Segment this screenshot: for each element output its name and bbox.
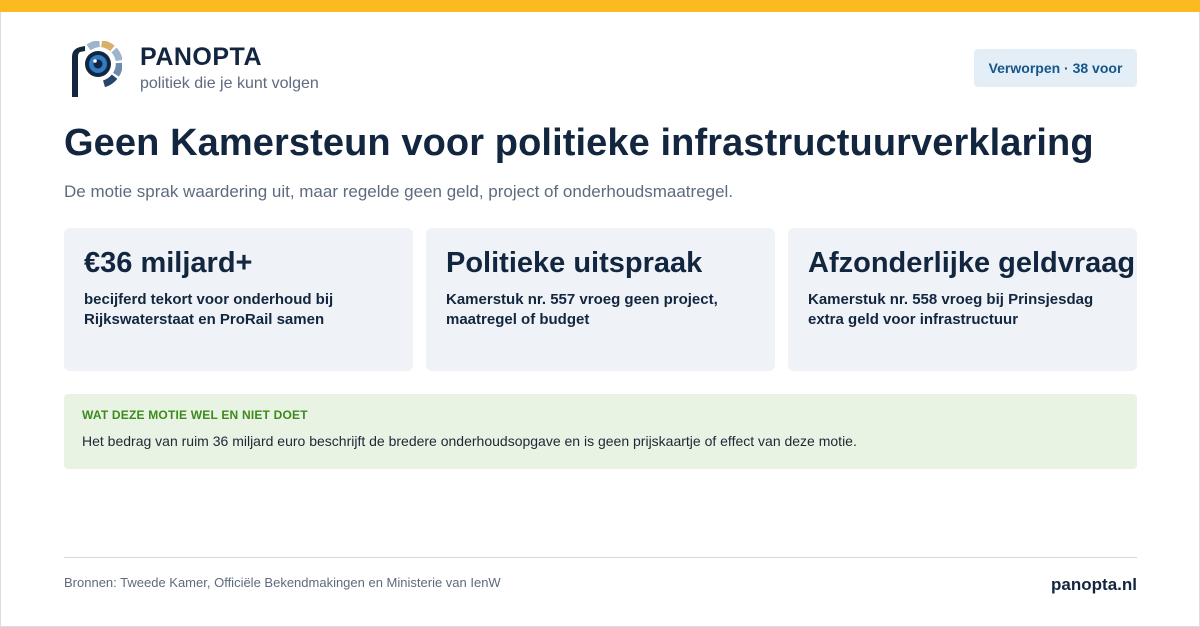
footer-website-link[interactable]: panopta.nl xyxy=(1051,575,1137,595)
fact-card-uitspraak: Politieke uitspraak Kamerstuk nr. 557 vr… xyxy=(426,228,775,371)
fact-card-title: Afzonderlijke geldvraag xyxy=(808,247,1136,279)
fact-card-title: €36 miljard+ xyxy=(84,247,253,279)
fact-card-body: Kamerstuk nr. 558 vroeg bij Prinsjesdag … xyxy=(808,291,1094,328)
note-text: Het bedrag van ruim 36 miljard euro besc… xyxy=(82,433,857,449)
explanation-note: WAT DEZE MOTIE WEL EN NIET DOET Het bedr… xyxy=(64,394,1137,469)
brand-tagline: politiek die je kunt volgen xyxy=(140,75,319,92)
footer-divider xyxy=(64,557,1137,558)
fact-card-body: becijferd tekort voor onderhoud bij Rijk… xyxy=(84,291,334,328)
accent-top-bar xyxy=(0,0,1200,12)
panopta-logo-icon xyxy=(72,41,122,97)
fact-card-body: Kamerstuk nr. 557 vroeg geen project, ma… xyxy=(446,291,718,328)
note-label: WAT DEZE MOTIE WEL EN NIET DOET xyxy=(82,408,308,422)
fact-card-title: Politieke uitspraak xyxy=(446,247,703,279)
brand-name: PANOPTA xyxy=(140,43,263,71)
status-badge: Verworpen · 38 voor xyxy=(974,49,1137,87)
page-subtitle: De motie sprak waardering uit, maar rege… xyxy=(64,182,734,201)
page-title: Geen Kamersteun voor politieke infrastru… xyxy=(64,122,1094,164)
footer-sources: Bronnen: Tweede Kamer, Officiële Bekendm… xyxy=(64,575,501,590)
fact-card-geldvraag: Afzonderlijke geldvraag Kamerstuk nr. 55… xyxy=(788,228,1137,371)
fact-card-tekort: €36 miljard+ becijferd tekort voor onder… xyxy=(64,228,413,371)
